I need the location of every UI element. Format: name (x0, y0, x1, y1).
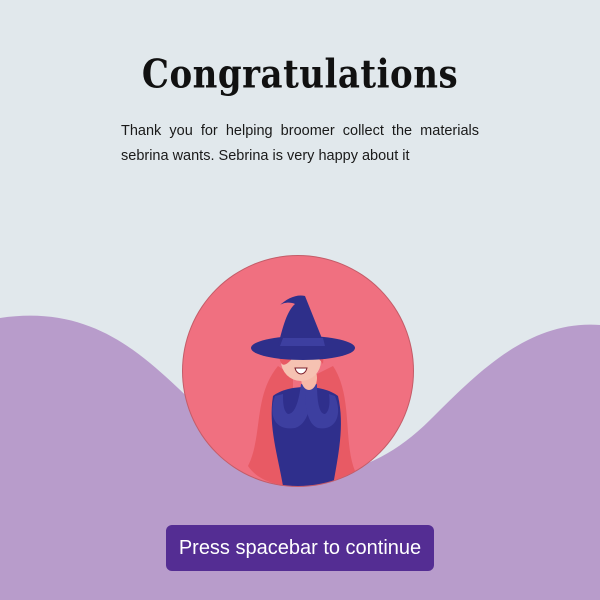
page-title: Congratulations (141, 52, 459, 98)
witch-illustration (248, 295, 355, 486)
continue-button[interactable]: Press spacebar to continue (166, 525, 434, 571)
character-portrait (183, 256, 413, 486)
congratulations-message: Thank you for helping broomer collect th… (121, 123, 479, 164)
